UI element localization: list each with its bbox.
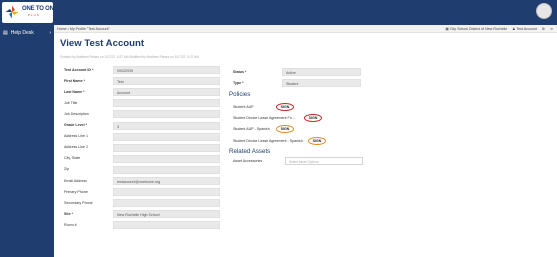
field-value [113, 143, 220, 152]
field-label: City, State [64, 156, 81, 161]
sign-button[interactable]: SIGN [304, 114, 322, 122]
field-label: Grade Level * [64, 123, 87, 127]
chevron-right-icon: › [49, 30, 51, 36]
field-value: 3 [113, 121, 220, 130]
field-value: testaccount@onetoone.org [113, 177, 220, 185]
field-value [113, 199, 220, 208]
sidebar-item-help-desk[interactable]: ▤ Help Desk › [0, 27, 54, 39]
logout-icon[interactable]: ➜ [550, 27, 553, 31]
field-label: Address Line 2 [64, 145, 88, 150]
field-value [113, 188, 220, 197]
asset-options-input[interactable]: Select Asset Options [285, 157, 363, 165]
field-label: Type * [233, 80, 244, 85]
policy-label: Student AUP [233, 105, 254, 109]
field-value: New Rochelle High School [113, 210, 220, 219]
logo-subtext: PLUS [28, 13, 40, 17]
policy-label: Student Device Lease Agreement Fo... [233, 116, 295, 120]
sidebar-item-label: Help Desk [10, 30, 34, 36]
field-label: Test Account ID * [64, 67, 94, 72]
field-value [113, 165, 220, 174]
field-value [113, 154, 220, 163]
sign-button[interactable]: SIGN [308, 137, 326, 145]
field-label: Room # [64, 222, 77, 227]
logo-text: ONE TO ONE [22, 6, 58, 12]
field-label: Secondary Phone [64, 200, 93, 205]
field-value: Active [282, 68, 361, 76]
user-name: Test Account [516, 26, 537, 31]
field-label: Job Title [64, 100, 78, 105]
field-value: Test [113, 77, 220, 86]
page-title: View Test Account [60, 38, 145, 49]
record-meta: Created by Matthew Pelaez on 10/7/22, 5:… [60, 55, 199, 59]
field-label: Primary Phone [64, 189, 88, 194]
district-crest-icon[interactable] [536, 3, 552, 19]
field-value [113, 221, 220, 230]
field-label: Email Address [64, 178, 87, 183]
field-label: First Name * [64, 78, 85, 83]
policies-heading: Policies [229, 91, 251, 98]
field-value: 00032939 [113, 66, 220, 74]
help-desk-icon: ▤ [3, 30, 8, 36]
field-label: Last Name * [64, 89, 85, 94]
field-value [113, 132, 220, 141]
policy-label: Student Device Lease Agreement - Spanish [233, 139, 303, 143]
field-label: Zip [64, 167, 69, 172]
logo-mark-icon [5, 5, 19, 19]
header-right: ▦ City School District of New Rochelle ♟… [445, 27, 553, 31]
field-label: Status * [233, 69, 247, 74]
field-value: Account [113, 88, 220, 97]
top-nav-bar: ONE TO ONE PLUS [0, 0, 557, 25]
field-label: Site * [64, 211, 73, 216]
district-label: City School District of New Rochelle [449, 26, 508, 31]
sign-button[interactable]: SIGN [276, 103, 294, 111]
field-label: Address Line 1 [64, 134, 88, 139]
breadcrumb[interactable]: Home • My Profile "Test Account" [57, 27, 110, 31]
field-value [113, 99, 220, 108]
breadcrumb-bar: Home • My Profile "Test Account" ▦ City … [54, 25, 557, 33]
related-assets-heading: Related Assets [229, 148, 271, 155]
asset-accessories-label: Asset Accessories [233, 159, 263, 163]
field-value: Student [282, 79, 361, 87]
field-label: Job Description [64, 111, 89, 116]
field-value [113, 110, 220, 119]
user-menu[interactable]: ♟ Test Account [512, 27, 537, 31]
settings-icon[interactable]: ⚙ [542, 27, 545, 31]
app-logo[interactable]: ONE TO ONE PLUS [2, 2, 58, 23]
district-selector[interactable]: ▦ City School District of New Rochelle [445, 27, 507, 31]
sign-button[interactable]: SIGN [276, 125, 294, 133]
policy-label: Student AUP - Spanish [233, 127, 270, 131]
sidebar: ▤ Help Desk › [0, 25, 54, 257]
